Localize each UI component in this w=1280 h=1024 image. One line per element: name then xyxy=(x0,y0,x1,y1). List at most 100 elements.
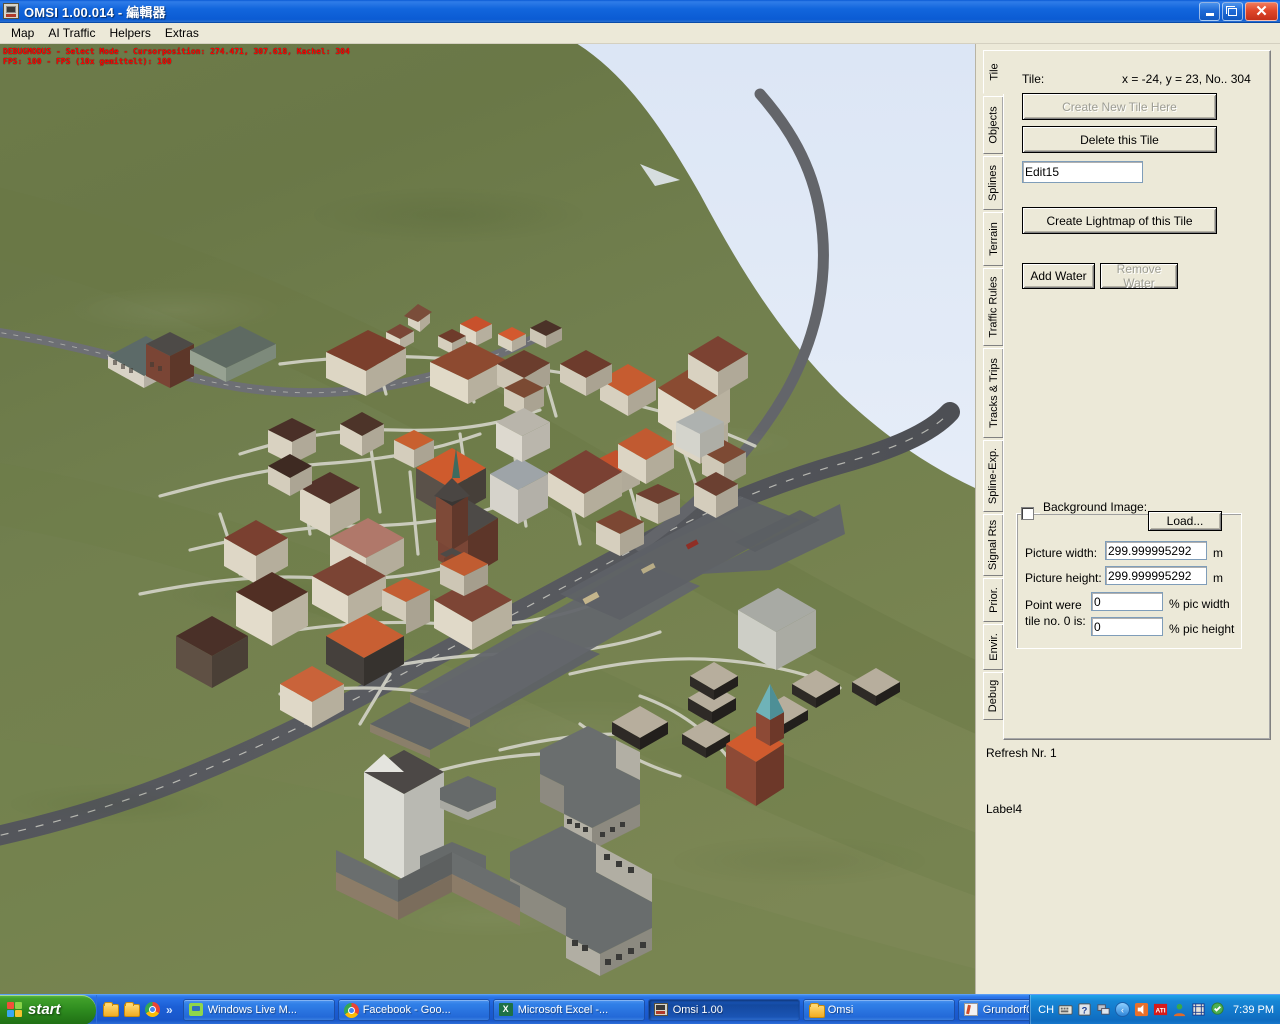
svg-text:ATI: ATI xyxy=(1156,1007,1166,1014)
taskbar-item-windows-live[interactable]: Windows Live M... xyxy=(183,999,335,1021)
point-tile-label-line1: Point were xyxy=(1025,598,1082,612)
network-icon[interactable] xyxy=(1096,1002,1111,1017)
restore-icon xyxy=(1228,8,1237,16)
menu-ai-traffic[interactable]: AI Traffic xyxy=(41,24,102,42)
taskbar: start » Windows Live M... Facebook - Goo… xyxy=(0,994,1280,1024)
svg-text:?: ? xyxy=(1082,1005,1088,1015)
tab-splines-label: Splines xyxy=(988,165,1000,201)
tab-splines[interactable]: Splines xyxy=(983,156,1004,210)
minimize-button[interactable] xyxy=(1199,2,1220,21)
start-button[interactable]: start xyxy=(0,995,96,1024)
menu-helpers[interactable]: Helpers xyxy=(102,24,157,42)
remove-water-button[interactable]: Remove Water xyxy=(1100,263,1178,289)
taskbar-clock[interactable]: 7:39 PM xyxy=(1233,1004,1274,1016)
picture-width-label: Picture width: xyxy=(1025,546,1097,560)
menu-bar: Map AI Traffic Helpers Extras xyxy=(0,23,1280,44)
tab-objects-label: Objects xyxy=(988,106,1000,143)
debug-line-1: DEBUGMODUS - Select Mode - Cursorpositio… xyxy=(3,47,350,57)
tab-tile-label: Tile xyxy=(989,63,1001,80)
folder-icon[interactable] xyxy=(124,1002,140,1018)
taskbar-item-facebook[interactable]: Facebook - Goo... xyxy=(338,999,490,1021)
delete-tile-button[interactable]: Delete this Tile xyxy=(1022,126,1217,153)
taskbar-item-omsi-folder[interactable]: Omsi xyxy=(803,999,955,1021)
picture-width-unit: m xyxy=(1213,546,1223,560)
editor-panel: Tile Objects Splines Terrain Traffic Rul… xyxy=(975,44,1280,994)
picture-height-input[interactable]: 299.999995292 xyxy=(1105,566,1207,585)
minimize-icon xyxy=(1206,13,1214,16)
tab-strip: Tile Objects Splines Terrain Traffic Rul… xyxy=(983,50,1004,740)
taskbar-item-excel[interactable]: Microsoft Excel -... xyxy=(493,999,645,1021)
picture-height-label: Picture height: xyxy=(1025,571,1102,585)
tile-coordinates: x = -24, y = 23, No.. 304 xyxy=(1122,72,1251,86)
point-y-input[interactable]: 0 xyxy=(1091,617,1163,636)
village-buildings xyxy=(0,44,975,994)
industrial-building xyxy=(108,326,276,388)
point-x-unit: % pic width xyxy=(1169,597,1230,611)
taskbar-item-label: Microsoft Excel -... xyxy=(518,1004,608,1016)
menu-extras[interactable]: Extras xyxy=(158,24,206,42)
tab-tracks-trips[interactable]: Tracks & Trips xyxy=(983,348,1004,438)
taskbar-item-label: Omsi xyxy=(828,1004,854,1016)
excel-icon xyxy=(499,1003,513,1017)
shield-icon[interactable] xyxy=(1210,1002,1225,1017)
tab-signal-rts[interactable]: Signal Rts xyxy=(983,514,1004,576)
picture-width-input[interactable]: 299.999995292 xyxy=(1105,541,1207,560)
point-tile-label-line2: tile no. 0 is: xyxy=(1025,614,1086,628)
volume-icon[interactable] xyxy=(1134,1002,1149,1017)
picture-height-unit: m xyxy=(1213,571,1223,585)
tab-debug[interactable]: Debug xyxy=(983,672,1004,720)
tab-objects[interactable]: Objects xyxy=(983,96,1004,154)
taskbar-items: Windows Live M... Facebook - Goo... Micr… xyxy=(179,999,1029,1021)
start-button-label: start xyxy=(28,1001,61,1018)
omsi-bus-icon xyxy=(3,3,19,19)
tab-terrain[interactable]: Terrain xyxy=(983,212,1004,266)
tab-tile[interactable]: Tile xyxy=(983,50,1006,94)
ati-icon[interactable]: ATI xyxy=(1153,1002,1168,1017)
user-icon[interactable] xyxy=(1172,1002,1187,1017)
language-indicator[interactable]: CH xyxy=(1038,1004,1054,1016)
help-icon[interactable]: ? xyxy=(1077,1002,1092,1017)
background-image-checkbox[interactable] xyxy=(1021,507,1034,520)
debug-line-2: FPS: 100 - FPS (10x gemittelt): 100 xyxy=(3,57,350,67)
chrome-icon[interactable] xyxy=(145,1002,161,1018)
tab-page-tile: Tile: x = -24, y = 23, No.. 304 Create N… xyxy=(1003,50,1271,740)
tile-name-input[interactable]: Edit15 xyxy=(1022,161,1143,183)
tab-envir-label: Envir. xyxy=(988,633,1000,661)
taskbar-item-label: Omsi 1.00 xyxy=(673,1004,723,1016)
msn-icon xyxy=(189,1003,203,1017)
add-water-button[interactable]: Add Water xyxy=(1022,263,1095,289)
point-x-input[interactable]: 0 xyxy=(1091,592,1163,611)
close-icon: ✕ xyxy=(1255,4,1268,19)
create-lightmap-button[interactable]: Create Lightmap of this Tile xyxy=(1022,207,1217,234)
tab-prior-label: Prior. xyxy=(988,587,1000,613)
keyboard-icon[interactable] xyxy=(1058,1002,1073,1017)
point-y-unit: % pic height xyxy=(1169,622,1234,636)
tab-traffic-rules-label: Traffic Rules xyxy=(988,276,1000,337)
app-icon[interactable] xyxy=(1191,1002,1206,1017)
restore-button[interactable] xyxy=(1222,2,1243,21)
taskbar-item-grundorf[interactable]: Grundorf002-Dai... xyxy=(958,999,1029,1021)
background-image-label: Background Image: xyxy=(1040,500,1150,514)
3d-viewport[interactable]: DEBUGMODUS - Select Mode - Cursorpositio… xyxy=(0,44,975,994)
close-button[interactable]: ✕ xyxy=(1245,2,1278,21)
tab-spline-exp[interactable]: Spline-Exp. xyxy=(983,440,1004,512)
taskbar-item-omsi-editor[interactable]: Omsi 1.00 xyxy=(648,999,800,1021)
tab-prior[interactable]: Prior. xyxy=(983,578,1004,622)
load-background-button[interactable]: Load... xyxy=(1148,511,1222,531)
menu-map[interactable]: Map xyxy=(4,24,41,42)
show-hidden-chevron-icon[interactable]: ‹ xyxy=(1115,1002,1130,1017)
window-title: OMSI 1.00.014 - 編輯器 xyxy=(24,2,166,21)
folder-icon xyxy=(809,1003,823,1017)
refresh-status-label: Refresh Nr. 1 xyxy=(986,746,1057,760)
create-new-tile-button[interactable]: Create New Tile Here xyxy=(1022,93,1217,120)
folder-icon[interactable] xyxy=(103,1002,119,1018)
system-tray: CH ? ‹ ATI xyxy=(1029,995,1280,1024)
tab-envir[interactable]: Envir. xyxy=(983,624,1004,670)
tab-terrain-label: Terrain xyxy=(988,222,1000,256)
quick-launch-bar: » xyxy=(96,995,179,1024)
tab-debug-label: Debug xyxy=(988,680,1000,712)
tab-control: Tile Objects Splines Terrain Traffic Rul… xyxy=(983,50,1271,740)
quicklaunch-expand-icon[interactable]: » xyxy=(166,1003,173,1017)
paint-icon xyxy=(964,1003,978,1017)
tab-traffic-rules[interactable]: Traffic Rules xyxy=(983,268,1004,346)
